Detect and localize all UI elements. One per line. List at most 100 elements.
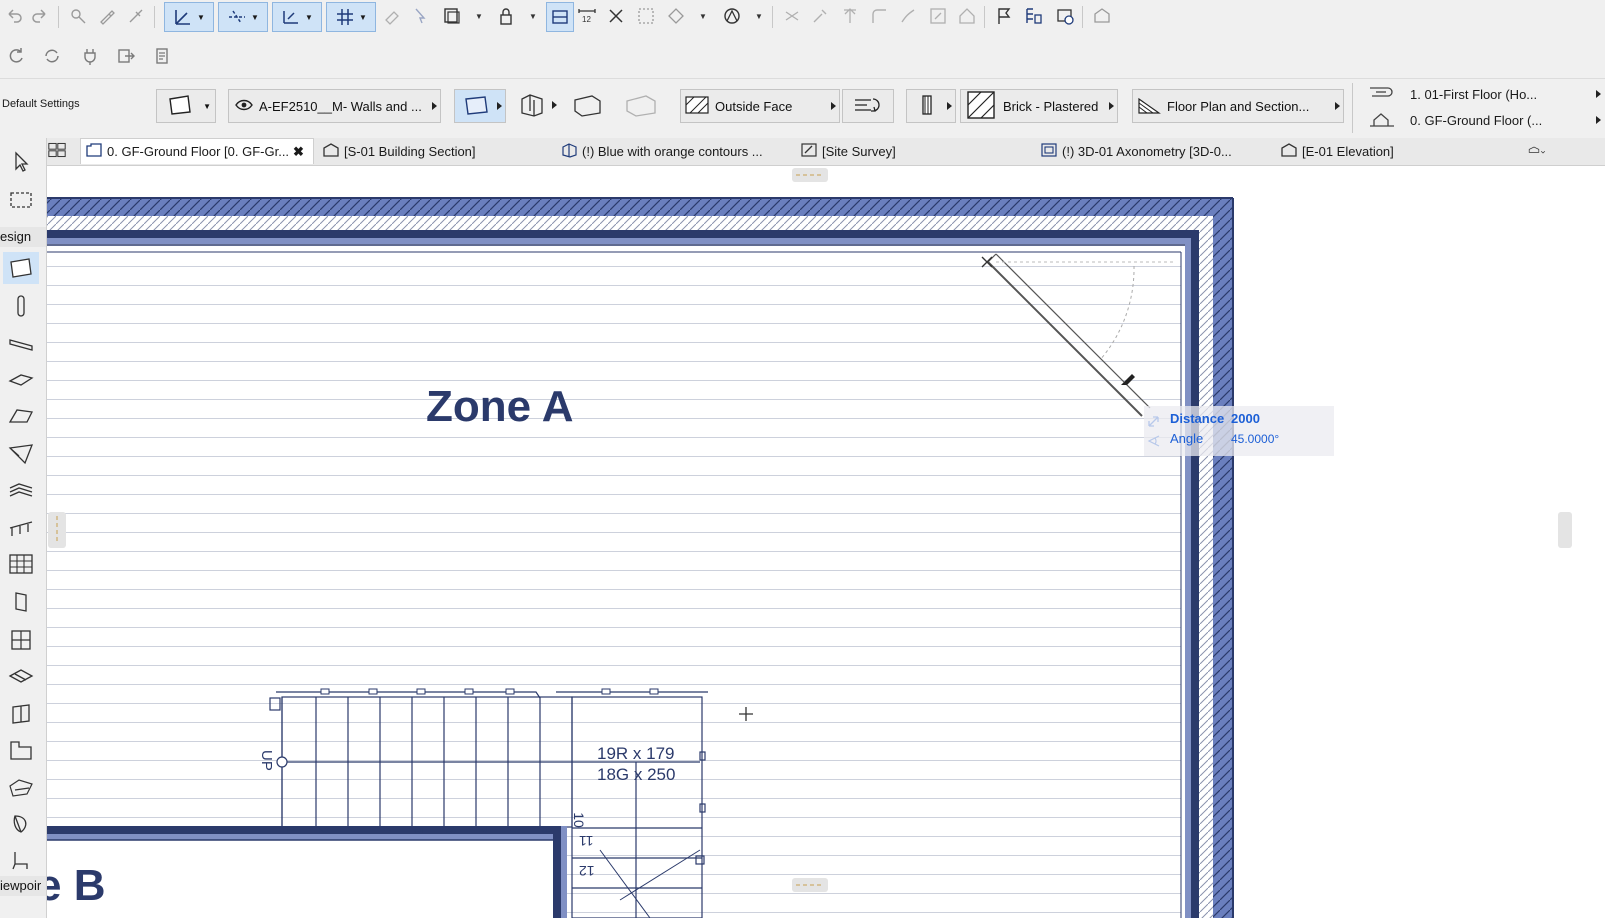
tab-3d-view[interactable]: (!) Blue with orange contours ... xyxy=(560,138,792,164)
trace-dropdown[interactable]: ▼ xyxy=(474,4,484,28)
offset-icon[interactable] xyxy=(896,4,920,28)
suspend-dropdown[interactable]: ▼ xyxy=(698,4,708,28)
object-tool-icon[interactable] xyxy=(3,844,39,876)
default-settings-label[interactable]: Default Settings xyxy=(2,98,80,110)
lock-icon[interactable] xyxy=(494,4,518,28)
eraser-icon[interactable] xyxy=(380,4,404,28)
tab-list-button[interactable] xyxy=(1528,138,1598,164)
angle-value[interactable]: 45.0000° xyxy=(1231,432,1279,446)
window-tool-icon[interactable] xyxy=(3,624,39,656)
flag-icon[interactable] xyxy=(992,4,1016,28)
railing-tool-icon[interactable] xyxy=(3,512,39,544)
tread-number: 8 xyxy=(506,826,523,834)
shell-tool-icon[interactable] xyxy=(3,438,39,470)
export-icon[interactable] xyxy=(114,44,138,68)
flip-icon xyxy=(853,95,881,118)
dimensions-icon[interactable]: 12 xyxy=(575,4,599,28)
beam-tool-icon[interactable] xyxy=(3,328,39,360)
roof-icon[interactable] xyxy=(955,4,979,28)
display-option-selector[interactable]: Floor Plan and Section... xyxy=(1132,89,1344,123)
relative-construction-icon[interactable]: ▼ xyxy=(272,2,322,32)
arrow-tool-icon[interactable] xyxy=(3,146,39,178)
guide-lines-icon[interactable]: ▼ xyxy=(218,2,268,32)
renovation-icon[interactable] xyxy=(546,2,574,32)
split-icon[interactable] xyxy=(780,4,804,28)
pointer-icon[interactable] xyxy=(408,4,432,28)
tab-elevation[interactable]: [E-01 Elevation] xyxy=(1280,138,1516,164)
corner-window-tool-icon[interactable] xyxy=(3,734,39,766)
wall-thickness-selector[interactable] xyxy=(906,89,956,123)
elevation-icon xyxy=(1280,142,1302,161)
surface-selector[interactable]: Brick - Plastered xyxy=(960,89,1118,123)
main-toolbar: ▼ ▼ ▼ ▼ ▼ ▼ 12 ▼ ▼ xyxy=(0,0,1605,36)
plugin-icon[interactable] xyxy=(78,44,102,68)
svg-text:12: 12 xyxy=(582,15,591,24)
schedule-icon[interactable] xyxy=(1022,4,1046,28)
wall-profile-icon-button[interactable] xyxy=(566,89,610,123)
column-tool-icon[interactable] xyxy=(3,290,39,322)
wall-end-tool-icon[interactable] xyxy=(3,698,39,730)
construction-method-straight[interactable] xyxy=(454,89,506,123)
tab-site-survey[interactable]: [Site Survey] xyxy=(800,138,1032,164)
marquee-tool-icon[interactable] xyxy=(3,184,39,216)
home-story-selector[interactable]: 0. GF-Ground Floor (... xyxy=(1366,108,1605,132)
top-story-selector[interactable]: 1. 01-First Floor (Ho... xyxy=(1366,82,1605,106)
hatch-icon xyxy=(685,95,709,118)
grid-snap-icon[interactable]: ▼ xyxy=(326,2,376,32)
slab-tool-icon[interactable] xyxy=(3,364,39,396)
lock-dropdown[interactable]: ▼ xyxy=(528,4,538,28)
snap-guides-icon[interactable]: ▼ xyxy=(164,2,214,32)
cloud-icon[interactable] xyxy=(1053,4,1077,28)
zone-b-label[interactable]: e B xyxy=(47,864,105,908)
viewpoint-section-label[interactable]: iewpoir xyxy=(0,876,46,896)
floor-plan-canvas[interactable]: Zone A e B 19R x 179 18G x 250 UP 1 2 3 … xyxy=(47,166,1605,918)
tab-ground-floor[interactable]: 0. GF-Ground Floor [0. GF-Gr... ✖ xyxy=(80,138,314,164)
refresh-icon[interactable] xyxy=(4,44,28,68)
publish-icon[interactable] xyxy=(1090,4,1114,28)
group-icon[interactable] xyxy=(634,4,658,28)
layer-selector[interactable]: A-EF2510__M- Walls and ... xyxy=(228,89,441,123)
profile-dropdown[interactable]: ▼ xyxy=(754,4,764,28)
curtain-wall-tool-icon[interactable] xyxy=(3,548,39,580)
roof-tool-icon[interactable] xyxy=(3,400,39,432)
sync-icon[interactable] xyxy=(40,44,64,68)
door-tool-icon[interactable] xyxy=(3,586,39,618)
zone-a-label[interactable]: Zone A xyxy=(426,382,573,432)
trace-icon[interactable] xyxy=(440,4,464,28)
wall-complex-icon-button[interactable] xyxy=(620,89,664,123)
3d-icon xyxy=(560,142,582,161)
redo-icon[interactable] xyxy=(28,4,52,28)
morph-tool-icon[interactable] xyxy=(3,772,39,804)
geometry-method-selector[interactable]: ▼ xyxy=(156,89,216,123)
fillet-icon[interactable] xyxy=(867,4,891,28)
tab-overview-button[interactable] xyxy=(48,138,76,164)
wall-tool-icon[interactable] xyxy=(3,252,39,284)
adjust-icon[interactable] xyxy=(808,4,832,28)
reference-line-selector[interactable]: Outside Face xyxy=(680,89,840,123)
design-section-label[interactable]: esign xyxy=(0,227,46,247)
skylight-tool-icon[interactable] xyxy=(3,660,39,692)
suspend-icon[interactable] xyxy=(664,4,688,28)
chevron-down-icon: ▼ xyxy=(203,101,211,111)
flip-button[interactable] xyxy=(842,89,894,123)
wall-profile-icon xyxy=(572,93,602,120)
close-icon[interactable]: ✖ xyxy=(293,144,304,160)
eyedropper-icon[interactable] xyxy=(95,4,119,28)
home-story-value: 0. GF-Ground Floor (... xyxy=(1410,112,1543,128)
intersect-icon[interactable] xyxy=(604,4,628,28)
resize-icon[interactable] xyxy=(926,4,950,28)
profile-icon[interactable] xyxy=(720,4,744,28)
tab-axonometry[interactable]: (!) 3D-01 Axonometry [3D-0... xyxy=(1040,138,1274,164)
wall-structure-selector[interactable] xyxy=(512,89,560,123)
tabs-menu-icon xyxy=(1528,142,1550,161)
stair-tool-icon[interactable] xyxy=(3,474,39,506)
tab-building-section[interactable]: [S-01 Building Section] xyxy=(322,138,552,164)
inject-icon[interactable] xyxy=(124,4,148,28)
distance-value[interactable]: 2000 xyxy=(1231,411,1260,426)
elevate-icon[interactable] xyxy=(838,4,862,28)
undo-icon[interactable] xyxy=(2,4,26,28)
notes-icon[interactable] xyxy=(150,44,174,68)
pick-up-icon[interactable] xyxy=(66,4,90,28)
tread-number: 11 xyxy=(579,833,594,849)
mesh-tool-icon[interactable] xyxy=(3,808,39,840)
